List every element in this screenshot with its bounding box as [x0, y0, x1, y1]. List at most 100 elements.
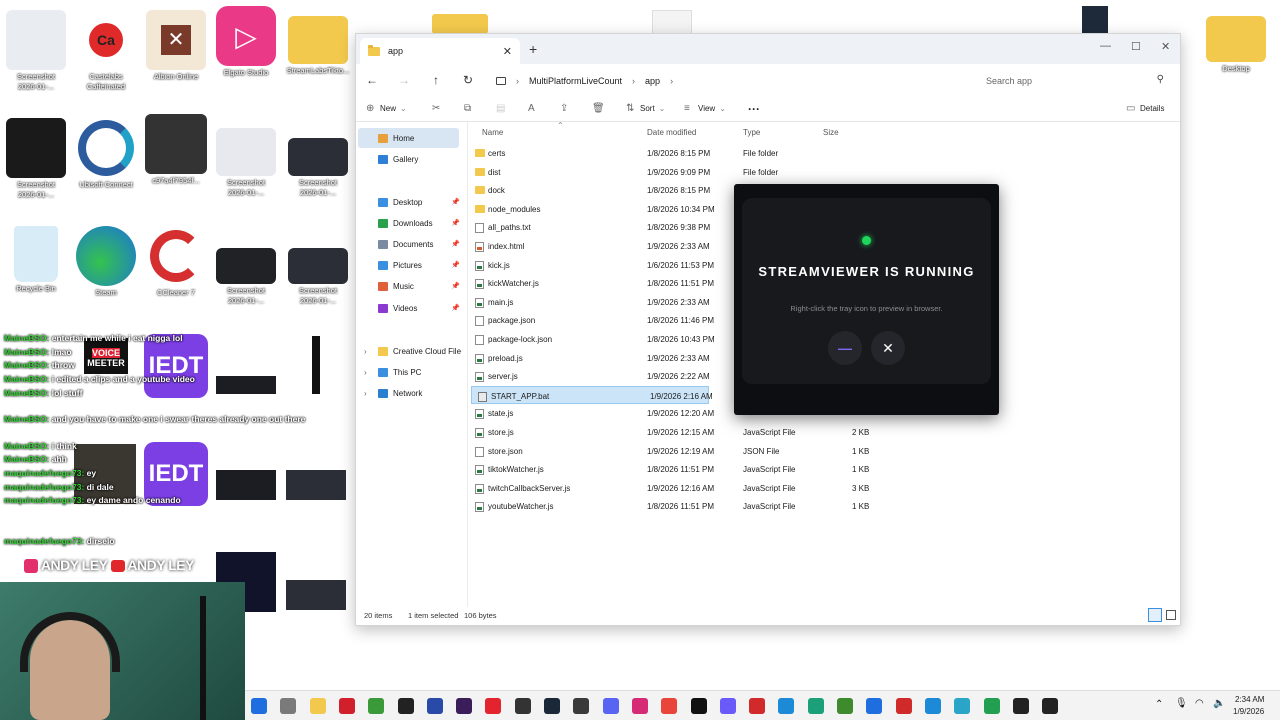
sidebar-item-music[interactable]: Music 📌: [356, 276, 468, 296]
edge-app-icon[interactable]: [924, 698, 941, 714]
photoshop-icon[interactable]: [426, 698, 443, 714]
more-options-button[interactable]: ···: [748, 102, 760, 116]
sidebar-item-this-pc[interactable]: › This PC: [356, 362, 468, 382]
desktop-icon-elgato[interactable]: ▷ Elgato Studio: [214, 6, 278, 116]
sidebar-item-documents[interactable]: Documents 📌: [356, 234, 468, 254]
start-icon[interactable]: [251, 698, 267, 714]
desktop-icon-screenshot[interactable]: Screenshot 2026-01-...: [214, 128, 278, 238]
tiktok-icon[interactable]: [690, 698, 707, 714]
photos-icon[interactable]: [866, 698, 883, 714]
premiere-icon[interactable]: [456, 698, 473, 714]
vpn-icon[interactable]: [719, 698, 736, 714]
desktop-icon-photo[interactable]: c97a4f7954f...: [144, 114, 208, 224]
desktop-screenshot-thumb[interactable]: [286, 470, 346, 500]
new-button[interactable]: ⊕ New ⌄: [366, 103, 407, 114]
explorer-app-icon[interactable]: [280, 698, 297, 714]
epic-icon[interactable]: [514, 698, 531, 714]
sidebar-item-desktop[interactable]: Desktop 📌: [356, 192, 468, 212]
sidebar-item-home[interactable]: Home: [358, 128, 459, 148]
volume-icon[interactable]: 🔈: [1213, 698, 1225, 709]
details-view-icon[interactable]: [1148, 608, 1162, 622]
edge-icon[interactable]: [778, 698, 795, 714]
desktop-icon-screenshot[interactable]: Screenshot 2026-01-...: [4, 10, 68, 120]
desktop-icon-screenshot[interactable]: Screenshot 2026-01-...: [214, 248, 278, 358]
chevron-right-icon[interactable]: ›: [364, 368, 367, 377]
column-type[interactable]: Type: [743, 128, 760, 137]
back-icon[interactable]: ←: [356, 73, 388, 87]
desktop-icon-desktop-folder[interactable]: Desktop: [1204, 10, 1268, 120]
instagram-icon[interactable]: [631, 698, 648, 714]
desktop-file-top[interactable]: [652, 10, 692, 34]
desktop-icon-ccleaner[interactable]: CCleaner 7: [144, 226, 208, 336]
opera-icon[interactable]: [338, 698, 355, 714]
breadcrumb[interactable]: › MultiPlatformLiveCount › app ›: [496, 70, 968, 92]
desktop-icon-screenshot[interactable]: Screenshot 2026-01-...: [286, 138, 350, 248]
chevron-right-icon[interactable]: ›: [364, 389, 367, 398]
chevron-right-icon[interactable]: ›: [364, 347, 367, 356]
sidebar-item-gallery[interactable]: Gallery: [356, 149, 468, 169]
pin-icon[interactable]: 📌: [451, 261, 460, 269]
refresh-icon[interactable]: ↻: [452, 73, 484, 87]
pin-icon[interactable]: 📌: [451, 198, 460, 206]
sort-button[interactable]: ⇅ Sort ⌄: [626, 103, 665, 114]
sidebar-item-network[interactable]: › Network: [356, 383, 468, 403]
wifi-icon[interactable]: ◠: [1195, 698, 1204, 709]
sidebar-item-creative-cloud[interactable]: › Creative Cloud File: [356, 341, 468, 361]
discord-icon[interactable]: [602, 698, 619, 714]
close-tab-icon[interactable]: ✕: [503, 45, 512, 58]
desktop-app-top[interactable]: [1082, 6, 1108, 34]
file-row[interactable]: youtubeWatcher.js 1/8/2026 11:51 PM JavaSc…: [469, 497, 869, 515]
file-row[interactable]: twitchCallbackServer.js 1/9/2026 12:16 AM…: [469, 479, 869, 497]
image-viewer-icon[interactable]: [954, 698, 971, 714]
desktop-icon-albion[interactable]: ✕ Albion Online: [144, 10, 208, 120]
file-row[interactable]: store.js 1/9/2026 12:15 AM JavaScript File…: [469, 423, 869, 441]
caffeinated-app-icon[interactable]: [895, 698, 912, 714]
breadcrumb-item[interactable]: app: [645, 76, 660, 86]
desktop-screenshot-thumb[interactable]: [216, 470, 276, 500]
steam-icon[interactable]: [544, 698, 560, 714]
desktop-screenshot-thumb[interactable]: [216, 376, 276, 394]
capcut-app-icon[interactable]: [1042, 698, 1059, 714]
caffeinated-icon[interactable]: [749, 698, 766, 714]
up-icon[interactable]: ↑: [420, 73, 452, 87]
file-row[interactable]: certs 1/8/2026 8:15 PM File folder: [469, 144, 869, 162]
folder-app-icon[interactable]: [309, 698, 326, 714]
close-button[interactable]: ✕: [871, 331, 905, 365]
tab-app[interactable]: app ✕: [360, 38, 520, 64]
view-button[interactable]: ≡ View ⌄: [684, 103, 726, 114]
sidebar-item-videos[interactable]: Videos 📌: [356, 298, 468, 318]
desktop-icon-streamlabs[interactable]: StreamLabsTikto...: [286, 10, 350, 120]
sidebar-item-pictures[interactable]: Pictures 📌: [356, 255, 468, 275]
sidebar-item-downloads[interactable]: Downloads 📌: [356, 213, 468, 233]
cut-icon[interactable]: ✂: [432, 103, 442, 114]
chevron-up-icon[interactable]: ⌃: [1155, 699, 1163, 710]
maximize-icon[interactable]: ☐: [1131, 40, 1141, 53]
microphone-icon[interactable]: 🎙: [1175, 698, 1188, 709]
column-size[interactable]: Size: [823, 128, 839, 137]
rename-icon[interactable]: A: [528, 103, 538, 114]
desktop-screenshot-thumb[interactable]: [312, 336, 320, 394]
paste-icon[interactable]: ▤: [496, 103, 506, 114]
file-row[interactable]: tiktokWatcher.js 1/8/2026 11:51 PM JavaScr…: [469, 460, 869, 478]
new-tab-icon[interactable]: +: [529, 41, 537, 57]
pin-icon[interactable]: 📌: [451, 240, 460, 248]
chrome-icon[interactable]: [661, 698, 678, 714]
pin-icon[interactable]: 📌: [451, 219, 460, 227]
pin-icon[interactable]: 📌: [451, 282, 460, 290]
search-input[interactable]: Search app ⚲: [978, 70, 1174, 92]
terminal-icon[interactable]: [1012, 698, 1029, 714]
breadcrumb-item[interactable]: MultiPlatformLiveCount: [529, 76, 622, 86]
minecraft-icon[interactable]: [837, 698, 853, 714]
clock-time[interactable]: 2:34 AM: [1235, 695, 1264, 704]
desktop-icon-recycle-bin[interactable]: Recycle Bin: [4, 226, 68, 336]
pin-icon[interactable]: 📌: [451, 304, 460, 312]
desktop-screenshot-thumb[interactable]: [286, 580, 346, 610]
notepad-icon[interactable]: [983, 698, 1000, 714]
delete-icon[interactable]: 🗑: [592, 103, 605, 114]
minimize-button[interactable]: —: [828, 331, 862, 365]
obs-icon[interactable]: [573, 698, 590, 714]
capcut-icon[interactable]: [397, 698, 414, 714]
file-row[interactable]: store.json 1/9/2026 12:19 AM JSON File 1 KB: [469, 442, 869, 460]
desktop-icon-screenshot[interactable]: Screenshot 2026-01-...: [4, 118, 68, 228]
forward-icon[interactable]: →: [388, 73, 420, 87]
